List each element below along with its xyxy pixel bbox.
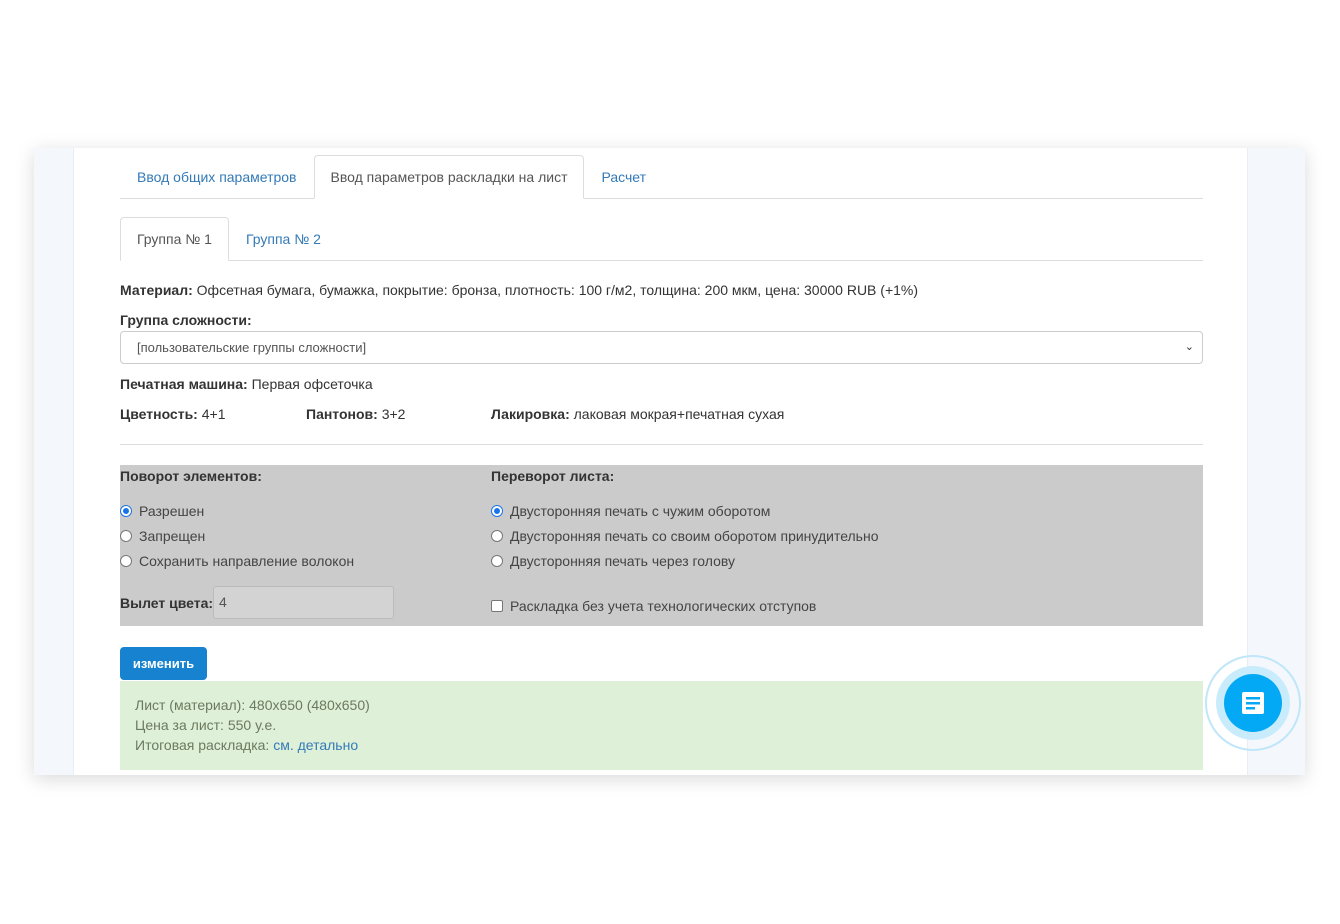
main-tabs: Ввод общих параметров Ввод параметров ра… <box>120 155 1203 199</box>
document-icon <box>1242 692 1264 714</box>
content-panel: Ввод общих параметров Ввод параметров ра… <box>73 148 1248 775</box>
press-info: Печатная машина: Первая офсеточка <box>120 376 373 392</box>
rotation-keep-grain-radio[interactable]: Сохранить направление волокон <box>120 553 354 569</box>
tab-group-1[interactable]: Группа № 1 <box>120 217 229 261</box>
no-margins-checkbox[interactable]: Раскладка без учета технологических отст… <box>491 598 816 614</box>
pantones-info: Пантонов: 3+2 <box>306 406 406 422</box>
rotation-allowed-radio[interactable]: Разрешен <box>120 503 204 519</box>
bleed-label: Вылет цвета: <box>120 595 214 611</box>
group-tabs: Группа № 1 Группа № 2 <box>120 217 1203 261</box>
complexity-select[interactable]: [пользовательские группы сложности] ⌄ <box>120 331 1203 364</box>
change-button[interactable]: изменить <box>120 647 207 680</box>
layout-details-link[interactable]: см. детально <box>273 737 358 753</box>
divider <box>120 444 1203 445</box>
options-panel: Поворот элементов: Разрешен Запрещен Сох… <box>120 465 1203 626</box>
flip-foreign-radio[interactable]: Двусторонняя печать с чужим оборотом <box>491 503 770 519</box>
colors-info: Цветность: 4+1 <box>120 406 226 422</box>
main-card: Ввод общих параметров Ввод параметров ра… <box>34 148 1305 775</box>
flip-own-radio[interactable]: Двусторонняя печать со своим оборотом пр… <box>491 528 879 544</box>
varnish-info: Лакировка: лаковая мокрая+печатная сухая <box>491 406 785 422</box>
rotation-forbidden-radio[interactable]: Запрещен <box>120 528 205 544</box>
bleed-input[interactable]: 4 <box>213 586 394 619</box>
complexity-label: Группа сложности: <box>120 312 252 328</box>
chevron-down-icon: ⌄ <box>1184 341 1194 353</box>
flip-label: Переворот листа: <box>491 468 615 484</box>
tab-general-params[interactable]: Ввод общих параметров <box>120 155 314 199</box>
rotation-label: Поворот элементов: <box>120 468 262 484</box>
flip-head-radio[interactable]: Двусторонняя печать через голову <box>491 553 735 569</box>
tab-group-2[interactable]: Группа № 2 <box>229 217 338 261</box>
material-info: Материал: Офсетная бумага, бумажка, покр… <box>120 282 919 298</box>
tab-layout-params[interactable]: Ввод параметров раскладки на лист <box>313 155 585 199</box>
tab-calculation[interactable]: Расчет <box>584 155 663 199</box>
result-panel: Лист (материал): 480x650 (480x650) Цена … <box>120 681 1203 770</box>
chat-button[interactable] <box>1205 655 1301 751</box>
